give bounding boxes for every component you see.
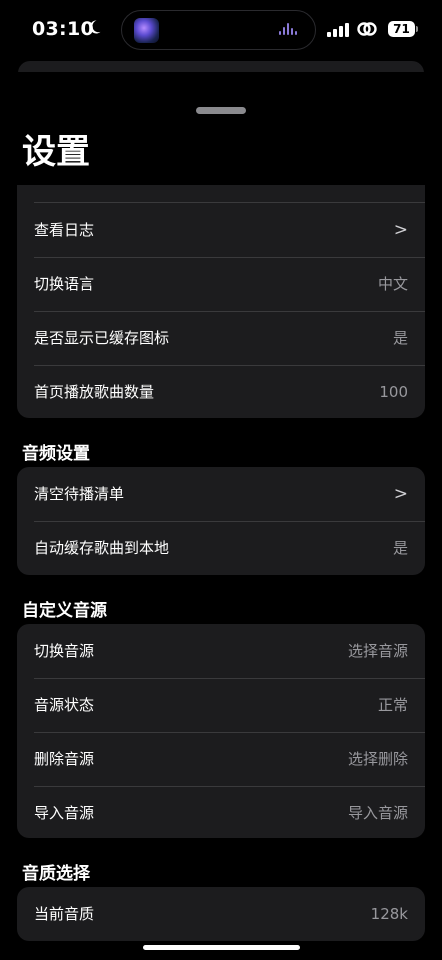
section-header-custom-source: 自定义音源: [22, 601, 107, 621]
row-import-source[interactable]: 导入音源 导入音源: [17, 786, 425, 838]
row-source-status[interactable]: 音源状态 正常: [17, 678, 425, 732]
row-value: 是: [392, 539, 408, 557]
row-switch-language[interactable]: 切换语言 中文: [17, 257, 425, 311]
row-label: 删除音源: [34, 750, 95, 768]
audio-waveform-icon: [279, 23, 301, 38]
row-home-song-count[interactable]: 首页播放歌曲数量 100: [17, 365, 425, 418]
row-label: 切换音源: [34, 642, 95, 660]
row-label: 导入音源: [34, 804, 95, 822]
home-indicator[interactable]: [143, 945, 300, 950]
now-playing-artwork[interactable]: [134, 18, 159, 43]
row-value: 100: [379, 383, 408, 401]
row-auto-cache[interactable]: 自动缓存歌曲到本地 是: [17, 521, 425, 575]
row-label: 首页播放歌曲数量: [34, 383, 155, 401]
scrolled-row-remnant: [17, 185, 425, 202]
section-header-quality: 音质选择: [22, 864, 90, 884]
row-value: 128k: [370, 905, 408, 923]
chevron-right-icon: >: [393, 484, 408, 504]
row-current-quality[interactable]: 当前音质 128k: [17, 887, 425, 941]
settings-sheet: 设置 查看日志 > 切换语言 中文 是否显示已缓存图标 是 首页播放歌曲数量 1…: [0, 72, 442, 960]
moon-icon: [86, 19, 102, 39]
row-value: 导入音源: [347, 804, 408, 822]
row-delete-source[interactable]: 删除音源 选择删除: [17, 732, 425, 786]
chevron-right-icon: >: [393, 220, 408, 240]
row-label: 切换语言: [34, 275, 95, 293]
row-show-cached-icon[interactable]: 是否显示已缓存图标 是: [17, 311, 425, 365]
custom-source-group: 切换音源 选择音源 音源状态 正常 删除音源 选择删除 导入音源 导入音源: [17, 624, 425, 838]
row-label: 音源状态: [34, 696, 95, 714]
row-value: 选择删除: [347, 750, 408, 768]
row-label: 当前音质: [34, 905, 95, 923]
page-title: 设置: [22, 132, 90, 172]
dynamic-island[interactable]: [121, 10, 316, 50]
row-view-logs[interactable]: 查看日志 >: [34, 202, 425, 257]
row-label: 是否显示已缓存图标: [34, 329, 170, 347]
status-bar: 03:10 71: [0, 0, 442, 62]
row-value: 选择音源: [347, 642, 408, 660]
general-settings-group: 查看日志 > 切换语言 中文 是否显示已缓存图标 是 首页播放歌曲数量 100: [17, 185, 425, 418]
battery-nub: [416, 26, 418, 32]
row-value: 中文: [377, 275, 408, 293]
row-value: 是: [392, 329, 408, 347]
audio-settings-group: 清空待播清单 > 自动缓存歌曲到本地 是: [17, 467, 425, 575]
battery-indicator: 71: [388, 21, 415, 37]
row-label: 自动缓存歌曲到本地: [34, 539, 170, 557]
status-time: 03:10: [32, 18, 94, 40]
link-icon: [356, 20, 378, 38]
row-value: 正常: [377, 696, 408, 714]
row-label: 查看日志: [34, 221, 95, 239]
sheet-grabber[interactable]: [196, 107, 246, 114]
cellular-signal-icon: [327, 23, 349, 37]
section-header-audio: 音频设置: [22, 444, 90, 464]
row-label: 清空待播清单: [34, 485, 125, 503]
row-clear-queue[interactable]: 清空待播清单 >: [17, 467, 425, 521]
quality-group: 当前音质 128k: [17, 887, 425, 941]
row-switch-source[interactable]: 切换音源 选择音源: [17, 624, 425, 678]
